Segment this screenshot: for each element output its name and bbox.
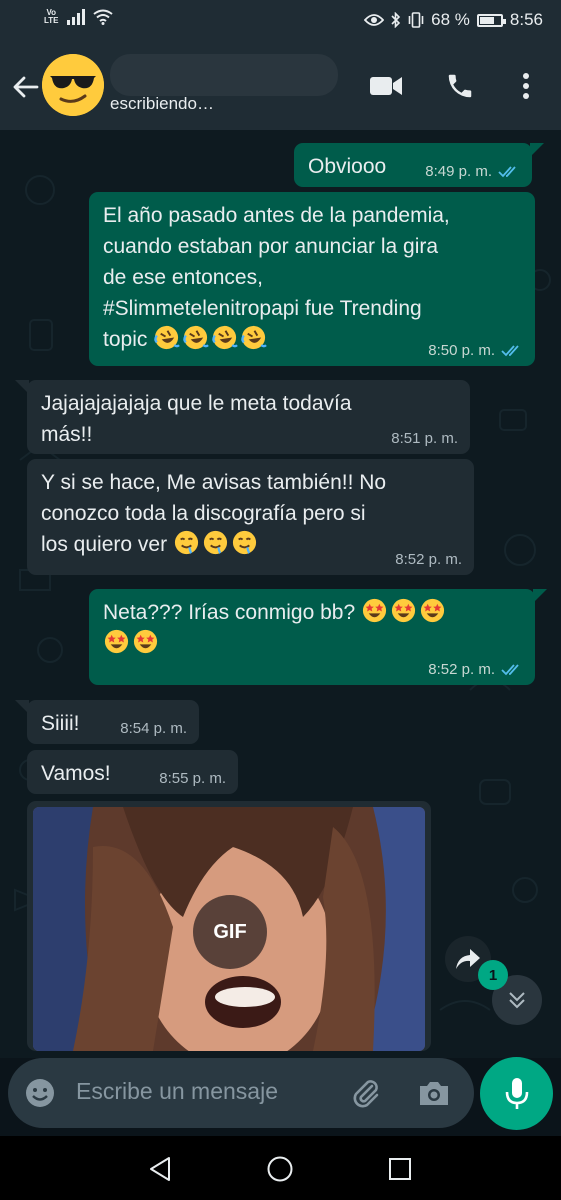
battery-percent: 68 % bbox=[431, 10, 470, 29]
message-incoming[interactable]: Y si se hace, Me avisas también!! No con… bbox=[27, 459, 474, 575]
drooling-face-emoji bbox=[231, 529, 258, 556]
message-input[interactable]: Escribe un mensaje bbox=[76, 1078, 278, 1105]
attach-icon[interactable] bbox=[348, 1075, 384, 1111]
video-call-icon[interactable] bbox=[366, 68, 406, 104]
gif-message[interactable]: GIF bbox=[27, 801, 431, 1051]
camera-icon[interactable] bbox=[416, 1075, 452, 1111]
microphone-icon bbox=[505, 1077, 528, 1109]
message-time: 8:54 p. m. bbox=[120, 720, 187, 737]
back-arrow-icon[interactable] bbox=[10, 72, 40, 102]
read-ticks-icon bbox=[498, 166, 516, 178]
system-nav-bar bbox=[0, 1136, 561, 1200]
star-struck-emoji bbox=[390, 597, 417, 624]
signal-icon bbox=[66, 9, 85, 25]
sunglasses-emoji-icon bbox=[42, 54, 104, 116]
message-time: 8:49 p. m. bbox=[425, 163, 492, 180]
star-struck-emoji bbox=[419, 597, 446, 624]
message-time: 8:51 p. m. bbox=[391, 430, 458, 447]
message-incoming[interactable]: Jajajajajajaja que le meta todavía más!!… bbox=[27, 380, 470, 454]
rolling-laughing-emoji bbox=[240, 324, 268, 351]
double-chevron-down-icon bbox=[509, 992, 525, 1009]
bubble-tail bbox=[533, 589, 547, 603]
clock: 8:56 bbox=[509, 10, 543, 29]
star-struck-emoji bbox=[103, 628, 130, 655]
voice-message-button[interactable] bbox=[480, 1057, 553, 1130]
message-time: 8:55 p. m. bbox=[159, 770, 226, 787]
composer[interactable]: Escribe un mensaje bbox=[8, 1058, 474, 1128]
message-incoming[interactable]: Vamos! 8:55 p. m. bbox=[27, 750, 238, 794]
battery-icon bbox=[476, 13, 506, 27]
rolling-laughing-emoji bbox=[211, 324, 239, 351]
message-time: 8:50 p. m. bbox=[428, 342, 495, 359]
rolling-laughing-emoji bbox=[153, 324, 181, 351]
bluetooth-icon bbox=[391, 12, 401, 28]
message-incoming[interactable]: Siiii! 8:54 p. m. bbox=[27, 700, 199, 744]
message-time: 8:52 p. m. bbox=[395, 551, 462, 568]
more-options-icon[interactable] bbox=[506, 68, 546, 104]
drooling-face-emoji bbox=[173, 529, 200, 556]
vibrate-icon bbox=[408, 12, 424, 28]
chat-header: escribiendo… bbox=[0, 42, 561, 130]
status-bar: Vo LTE 68 % 8:56 bbox=[0, 0, 561, 42]
emoji-icon[interactable] bbox=[22, 1075, 58, 1111]
star-struck-emoji bbox=[132, 628, 159, 655]
bubble-tail bbox=[15, 700, 29, 714]
avatar[interactable] bbox=[42, 54, 104, 116]
nav-home-icon[interactable] bbox=[265, 1154, 295, 1184]
bubble-tail bbox=[530, 143, 544, 157]
message-outgoing[interactable]: El año pasado antes de la pandemia, cuan… bbox=[89, 192, 535, 366]
star-struck-emoji bbox=[361, 597, 388, 624]
nav-back-icon[interactable] bbox=[145, 1154, 175, 1184]
nav-recents-icon[interactable] bbox=[385, 1154, 415, 1184]
gif-thumbnail[interactable]: GIF bbox=[33, 807, 425, 1051]
message-time: 8:52 p. m. bbox=[428, 661, 495, 678]
chat-area[interactable]: Obviooo 8:49 p. m. El año pasado antes d… bbox=[0, 130, 561, 1058]
eye-comfort-icon bbox=[364, 14, 385, 26]
message-outgoing[interactable]: Neta??? Irías conmigo bb? 8:52 p. m. bbox=[89, 589, 535, 685]
drooling-face-emoji bbox=[202, 529, 229, 556]
gif-play-button[interactable]: GIF bbox=[193, 895, 267, 969]
typing-status: escribiendo… bbox=[110, 94, 214, 113]
message-outgoing[interactable]: Obviooo 8:49 p. m. bbox=[294, 143, 532, 187]
read-ticks-icon bbox=[501, 664, 519, 676]
unread-count-badge: 1 bbox=[478, 960, 508, 990]
phone-icon[interactable] bbox=[440, 68, 480, 104]
wifi-icon bbox=[92, 9, 113, 25]
read-ticks-icon bbox=[501, 345, 519, 357]
bubble-tail bbox=[15, 380, 29, 394]
contact-name-redacted[interactable] bbox=[110, 54, 338, 96]
volte-indicator: Vo LTE bbox=[44, 8, 59, 25]
rolling-laughing-emoji bbox=[182, 324, 210, 351]
